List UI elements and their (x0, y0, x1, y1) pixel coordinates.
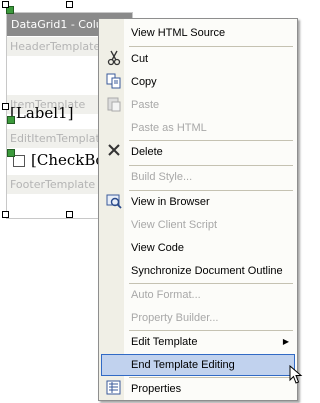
menu-item-label: Synchronize Document Outline (131, 265, 283, 277)
menu-item-copy[interactable]: Copy (101, 71, 295, 93)
mouse-cursor-icon (289, 365, 303, 384)
selection-handle[interactable] (2, 103, 9, 110)
menu-item-label: View Client Script (131, 219, 217, 231)
menu-item-label: View in Browser (131, 196, 210, 208)
menu-item-label: End Template Editing (131, 359, 235, 371)
browser-icon (105, 193, 123, 211)
menu-item-label: Build Style... (131, 171, 193, 183)
menu-item-property-builder[interactable]: Property Builder... (101, 307, 295, 329)
menu-item-label: Copy (131, 76, 157, 88)
context-menu: View HTML Source Cut Copy Paste Paste as… (98, 18, 303, 401)
server-control-marker-icon (7, 149, 15, 157)
label1-control[interactable]: [Label1] (10, 104, 73, 122)
menu-separator (129, 46, 293, 47)
server-control-marker-icon (7, 116, 15, 124)
menu-item-view-client-script[interactable]: View Client Script (101, 214, 295, 236)
menu-item-label: Paste (131, 99, 160, 111)
menu-item-end-template-editing[interactable]: End Template Editing (101, 354, 295, 376)
menu-item-label: Delete (131, 146, 163, 158)
menu-item-paste[interactable]: Paste (101, 94, 295, 116)
menu-item-edit-template[interactable]: Edit Template ▶ (101, 331, 295, 353)
scissors-icon (105, 50, 123, 68)
menu-item-properties[interactable]: Properties (101, 378, 295, 400)
menu-item-label: Properties (131, 383, 182, 395)
menu-item-view-code[interactable]: View Code (101, 237, 295, 259)
menu-item-delete[interactable]: Delete (101, 141, 295, 163)
menu-item-label: Auto Format... (131, 289, 201, 301)
menu-item-view-html-source[interactable]: View HTML Source (101, 22, 295, 44)
menu-item-label: View Code (131, 242, 184, 254)
selection-handle[interactable] (66, 1, 73, 8)
menu-item-label: Property Builder... (131, 312, 219, 324)
selection-handle[interactable] (2, 211, 9, 218)
menu-item-synchronize-document-outline[interactable]: Synchronize Document Outline (101, 260, 295, 282)
menu-item-paste-as-html[interactable]: Paste as HTML (101, 117, 295, 139)
menu-item-label: View HTML Source (131, 27, 226, 39)
menu-item-view-in-browser[interactable]: View in Browser (101, 191, 295, 213)
submenu-arrow-icon: ▶ (282, 337, 289, 346)
selection-handle[interactable] (66, 211, 73, 218)
properties-icon (105, 380, 123, 398)
delete-x-icon (105, 143, 123, 161)
paste-icon (105, 96, 123, 114)
menu-item-label: Edit Template (131, 336, 198, 348)
selection-handle[interactable] (2, 1, 9, 8)
copy-icon (105, 73, 123, 91)
menu-item-label: Paste as HTML (131, 122, 207, 134)
menu-item-build-style[interactable]: Build Style... (101, 166, 295, 188)
menu-item-cut[interactable]: Cut (101, 48, 295, 70)
menu-item-label: Cut (131, 53, 149, 65)
menu-item-auto-format[interactable]: Auto Format... (101, 284, 295, 306)
